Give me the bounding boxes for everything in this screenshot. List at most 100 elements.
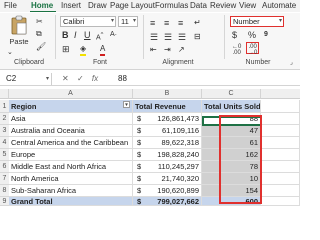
comma-style-icon[interactable]: 9 [264,30,268,40]
cell[interactable] [261,125,300,137]
cell[interactable] [261,100,300,113]
fill-color-icon[interactable]: ◈ [80,44,87,56]
name-box[interactable]: C2 ▾ [2,73,52,85]
region-cell[interactable]: Sub-Saharan Africa [9,185,133,197]
revenue-cell[interactable]: $110,245,297 [133,161,202,173]
revenue-value: 110,245,297 [157,162,199,171]
cell[interactable] [261,173,300,185]
row-header[interactable]: 8 [0,185,9,197]
align-center-icon[interactable]: ☰ [164,32,172,42]
align-bottom-icon[interactable]: ≡ [178,18,183,28]
accounting-format-icon[interactable]: $ [232,30,237,40]
font-name-select[interactable]: Calibri ▾ [60,16,116,27]
merge-center-icon[interactable]: ⊟ [194,32,201,42]
tab-formulas[interactable]: Formulas [155,0,188,12]
revenue-cell[interactable]: $126,861,473 [133,113,202,125]
formula-bar: C2 ▾ ✕ ✓ fx 88 [0,72,300,86]
align-top-icon[interactable]: ≡ [150,18,155,28]
number-format-value: Number [233,17,260,26]
filter-dropdown-icon[interactable]: ▾ [123,101,130,108]
row-header[interactable]: 4 [0,137,9,149]
region-cell[interactable]: Asia [9,113,133,125]
cell[interactable] [261,161,300,173]
row-header[interactable]: 9 [0,197,9,206]
group-label-number: Number [245,59,271,66]
tab-review[interactable]: Review [210,0,236,12]
revenue-cell[interactable]: $61,109,116 [133,125,202,137]
tab-file[interactable]: File [4,0,17,12]
font-size-value: 11 [121,17,129,26]
ribbon-separator [224,15,225,59]
row-header[interactable]: 3 [0,125,9,137]
grand-total-revenue-cell[interactable]: $799,027,662 [133,197,202,206]
cell[interactable] [261,137,300,149]
italic-button[interactable]: I [74,30,77,40]
column-header-c[interactable]: C [202,89,261,99]
cell[interactable] [261,185,300,197]
wrap-text-icon[interactable]: ↵ [194,18,201,28]
row-header[interactable]: 7 [0,173,9,185]
region-cell[interactable]: Australia and Oceania [9,125,133,137]
align-left-icon[interactable]: ☰ [150,32,158,42]
region-cell[interactable]: Central America and the Caribbean [9,137,133,149]
formula-input[interactable]: 88 [118,72,127,85]
grow-font-icon[interactable]: A^ [96,30,103,43]
align-right-icon[interactable]: ☰ [178,32,186,42]
borders-icon[interactable]: ⊞ [62,44,70,54]
bold-button[interactable]: B [62,30,69,40]
column-header-a[interactable]: A [9,89,133,99]
row-header[interactable]: 5 [0,149,9,161]
underline-button[interactable]: U [84,30,91,40]
insert-function-icon[interactable]: fx [92,74,98,83]
column-header-b[interactable]: B [133,89,202,99]
revenue-cell[interactable]: $198,828,240 [133,149,202,161]
tab-draw[interactable]: Draw [88,0,107,12]
decrease-decimal-icon[interactable]: .00 →0 [248,44,257,56]
row-header[interactable]: 2 [0,113,9,125]
cell[interactable] [261,197,300,206]
row-header[interactable]: 1 [0,100,9,113]
cell[interactable] [261,149,300,161]
cut-icon[interactable]: ✂ [36,17,43,27]
revenue-cell[interactable]: $190,620,899 [133,185,202,197]
revenue-cell[interactable]: $89,622,318 [133,137,202,149]
region-header: Region [11,102,37,111]
currency-symbol: $ [137,162,142,171]
revenue-cell[interactable]: $21,740,320 [133,173,202,185]
cell[interactable] [261,113,300,125]
orientation-icon[interactable]: ↗ [178,45,185,55]
cancel-icon[interactable]: ✕ [62,74,69,83]
dialog-launcher-icon[interactable]: ⌟ [290,58,293,68]
number-format-select[interactable]: Number ▾ [230,16,284,27]
tab-view[interactable]: View [239,0,256,12]
paste-button[interactable]: Paste [8,15,30,47]
select-all-corner[interactable] [0,89,9,99]
shrink-font-icon[interactable]: Aˇ [110,30,117,42]
font-color-icon[interactable]: A [100,44,106,56]
chevron-down-icon: ▾ [278,18,282,24]
increase-decimal-icon[interactable]: ←0.00 [232,44,241,56]
region-cell[interactable]: Europe [9,149,133,161]
tab-automate[interactable]: Automate [262,0,296,12]
decrease-indent-icon[interactable]: ⇤ [150,45,157,55]
increase-indent-icon[interactable]: ⇥ [164,45,171,55]
grand-total-label[interactable]: Grand Total [9,197,133,206]
percent-style-icon[interactable]: % [248,30,256,40]
tab-insert[interactable]: Insert [61,0,81,12]
column-header-d[interactable] [261,89,300,99]
region-header-cell[interactable]: Region ▾ [9,100,133,113]
revenue-header[interactable]: Total Revenue [133,100,202,113]
region-cell[interactable]: Middle East and North Africa [9,161,133,173]
tab-data[interactable]: Data [190,0,207,12]
enter-icon[interactable]: ✓ [77,74,84,83]
region-cell[interactable]: North America [9,173,133,185]
font-size-select[interactable]: 11 ▾ [118,16,138,27]
table-header-row: Region ▾ Total Revenue Total Units Sold [9,100,300,113]
row-header[interactable]: 6 [0,161,9,173]
format-painter-icon[interactable]: 🖌 [36,42,46,52]
align-middle-icon[interactable]: ≡ [164,18,169,28]
paste-dropdown-icon[interactable]: ⌄ [7,48,13,58]
copy-icon[interactable]: ⧉ [36,29,42,39]
tab-page-layout[interactable]: Page Layout [110,0,155,12]
units-header[interactable]: Total Units Sold [202,100,261,113]
